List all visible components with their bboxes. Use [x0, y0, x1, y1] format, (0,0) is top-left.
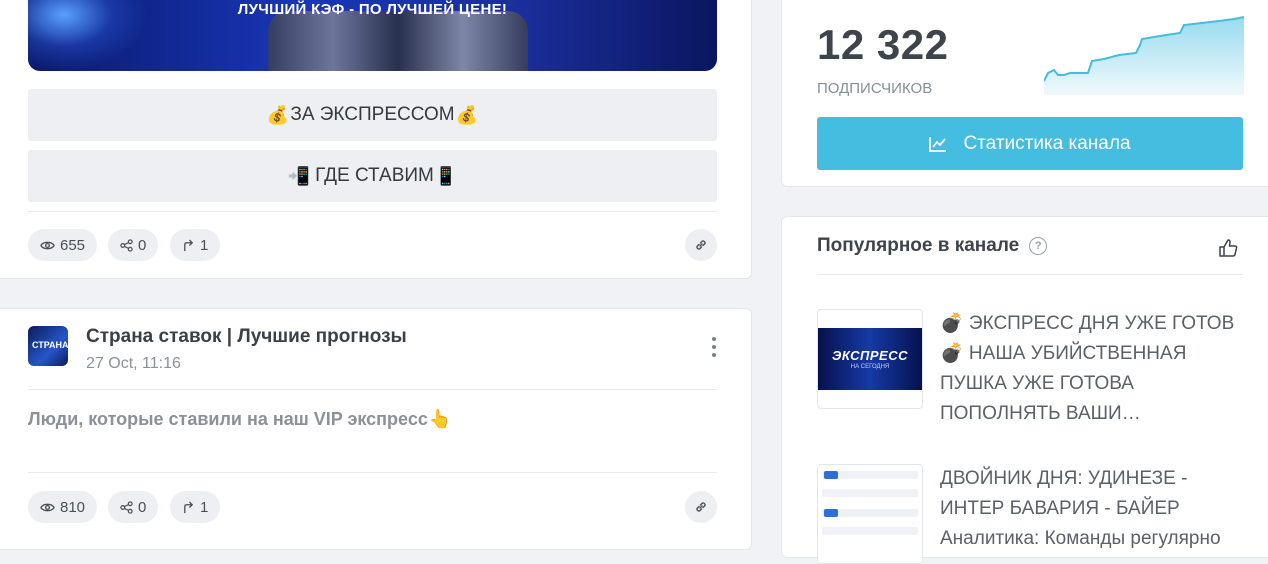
subscribers-label: ПОДПИСЧИКОВ [817, 80, 933, 97]
channel-stats-button[interactable]: Статистика канала [817, 117, 1243, 170]
forwards-count: 1 [200, 236, 209, 254]
link-icon [696, 240, 706, 250]
popular-posts-card: Популярное в канале ? ЭКСПРЕСС НА СЕГОДН… [781, 216, 1268, 564]
popular-post-thumbnail[interactable]: ЭКСПРЕСС НА СЕГОДНЯ [817, 309, 923, 409]
channel-stats-card: 12 322 ПОДПИСЧИКОВ Статистика канала [781, 0, 1268, 187]
phone-emoji: 📱 [434, 165, 458, 186]
channel-stats-label: Статистика канала [963, 132, 1131, 154]
post-card: СТРАНА Страна ставок | Лучшие прогнозы 2… [0, 308, 752, 550]
avatar-text: СТРАНА [32, 340, 68, 350]
thumbnail-tag [824, 471, 838, 479]
shares-count: 0 [138, 498, 147, 516]
line-chart-icon [929, 136, 947, 152]
popular-post-text[interactable]: ДВОЙНИК ДНЯ: УДИНЕЗЕ - ИНТЕР БАВАРИЯ - Б… [940, 464, 1250, 554]
subscribers-sparkline [1044, 16, 1244, 95]
forwards-counter[interactable]: 1 [170, 491, 221, 523]
express-button[interactable]: 💰 ЗА ЭКСПРЕССОМ 💰 [28, 89, 717, 141]
channel-name[interactable]: Страна ставок | Лучшие прогнозы [86, 326, 407, 348]
shares-counter[interactable]: 0 [108, 229, 159, 261]
forwards-count: 1 [200, 498, 209, 516]
thumbnail-row [822, 489, 918, 497]
banner-players [268, 11, 528, 71]
share-icon [120, 238, 133, 252]
banner-text: ЛУЧШИЙ КЭФ - ПО ЛУЧШЕЙ ЦЕНЕ! [237, 1, 508, 18]
phone-arrow-emoji: 📲 [287, 165, 311, 186]
thumbnail-title: ЭКСПРЕСС [831, 348, 909, 363]
divider [28, 389, 717, 390]
money-bag-emoji: 💰 [266, 104, 290, 125]
express-button-label: ЗА ЭКСПРЕССОМ [290, 104, 455, 125]
post-text-body: Люди, которые ставили на наш VIP экспрес… [28, 409, 428, 429]
copy-link-button[interactable] [685, 491, 717, 523]
more-vertical-icon[interactable] [711, 337, 717, 361]
forwards-counter[interactable]: 1 [170, 229, 221, 261]
money-bag-emoji: 💰 [455, 104, 479, 125]
shares-count: 0 [138, 236, 147, 254]
thumbnail-row [822, 527, 918, 535]
channel-avatar[interactable]: СТРАНА [28, 326, 68, 366]
where-bet-button[interactable]: 📲 ГДЕ СТАВИМ 📱 [28, 150, 717, 202]
pointing-up-emoji: 👆 [428, 409, 452, 429]
views-count: 655 [60, 236, 86, 254]
popular-post-text[interactable]: 💣 ЭКСПРЕСС ДНЯ УЖЕ ГОТОВ 💣 НАША УБИЙСТВЕ… [940, 309, 1250, 431]
popular-title: Популярное в канале [817, 235, 1020, 256]
thumbnail-image: ЭКСПРЕСС НА СЕГОДНЯ [818, 328, 922, 390]
eye-icon [40, 241, 55, 249]
views-counter[interactable]: 655 [28, 229, 98, 261]
share-icon [120, 500, 133, 514]
subscribers-count: 12 322 [817, 21, 949, 68]
divider [28, 211, 717, 212]
thumbnail-subtitle: НА СЕГОДНЯ [850, 364, 890, 370]
post-text: Люди, которые ставили на наш VIP экспрес… [28, 409, 452, 430]
popular-post-thumbnail[interactable] [817, 464, 923, 564]
link-icon [696, 502, 706, 512]
thumbs-up-icon[interactable] [1219, 239, 1238, 257]
forward-icon [184, 500, 194, 513]
post-card: ЛУЧШИЙ КЭФ - ПО ЛУЧШЕЙ ЦЕНЕ! 💰 ЗА ЭКСПРЕ… [0, 0, 752, 279]
forward-icon [184, 238, 194, 251]
views-counter[interactable]: 810 [28, 491, 98, 523]
post-image[interactable]: ЛУЧШИЙ КЭФ - ПО ЛУЧШЕЙ ЦЕНЕ! [28, 0, 717, 71]
divider [817, 274, 1243, 275]
eye-icon [40, 503, 55, 511]
views-count: 810 [60, 498, 86, 516]
question-icon[interactable]: ? [1029, 237, 1048, 255]
where-bet-button-label: ГДЕ СТАВИМ [315, 165, 434, 186]
divider [28, 472, 717, 473]
copy-link-button[interactable] [685, 229, 717, 261]
post-date[interactable]: 27 Oct, 11:16 [86, 355, 181, 373]
popular-title-row: Популярное в канале ? [817, 235, 1048, 257]
thumbnail-tag [824, 509, 838, 517]
shares-counter[interactable]: 0 [108, 491, 159, 523]
